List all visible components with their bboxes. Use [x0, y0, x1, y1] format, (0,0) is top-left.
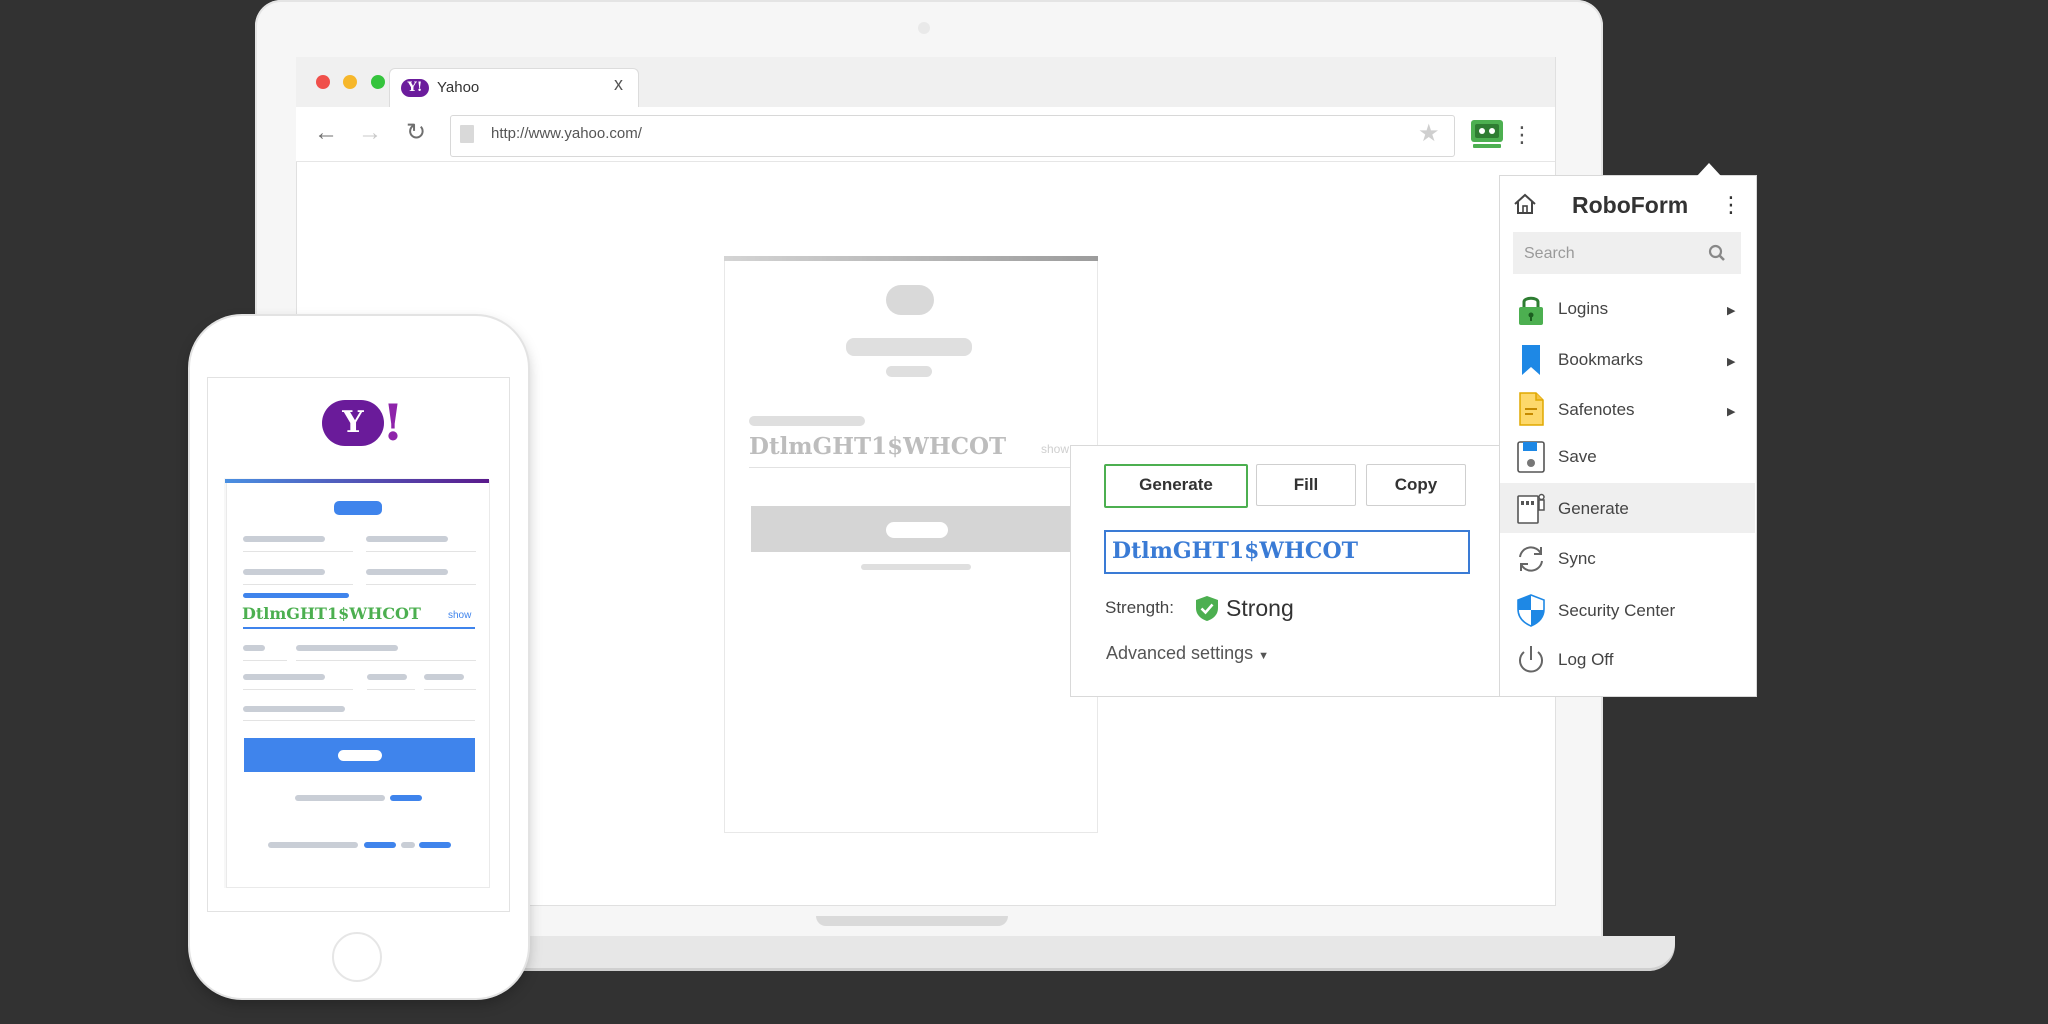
phone-field-line — [243, 551, 353, 552]
generate-icon — [1517, 493, 1545, 524]
roboform-menu-kebab-icon[interactable]: ⋮ — [1720, 192, 1742, 218]
sync-icon — [1519, 546, 1543, 572]
phone-field-bar — [367, 674, 407, 680]
browser-menu-icon[interactable]: ⋮ — [1510, 120, 1534, 150]
menu-label-generate: Generate — [1558, 499, 1629, 518]
strength-value: Strong — [1226, 595, 1294, 621]
ghost-password-text: DtlmGHT1$WHCOT — [749, 433, 1007, 460]
search-icon[interactable] — [1708, 244, 1726, 262]
laptop-notch — [816, 916, 1008, 926]
ghost-label-bar — [749, 416, 865, 426]
back-arrow-icon[interactable]: ← — [311, 118, 341, 148]
shield-check-icon — [1196, 596, 1218, 621]
roboform-title: RoboForm — [1572, 192, 1689, 218]
ghost-heading-bar — [846, 338, 972, 356]
url-text: http://www.yahoo.com/ — [491, 125, 642, 142]
save-icon — [1517, 441, 1545, 473]
phone-field-bar — [296, 645, 398, 651]
forward-arrow-icon[interactable]: → — [355, 118, 385, 148]
phone-field-line — [243, 660, 287, 661]
window-maximize-dot[interactable] — [371, 75, 385, 89]
phone-password-underline — [243, 627, 475, 629]
phone-field-line — [367, 689, 415, 690]
phone-field-bar — [243, 645, 265, 651]
tab-close-button[interactable]: x — [614, 74, 623, 95]
ghost-underline — [749, 467, 1071, 468]
phone-field-line — [243, 584, 353, 585]
phone-password-label-bar — [243, 593, 349, 598]
lock-icon — [1519, 296, 1543, 325]
copy-button[interactable]: Copy — [1366, 464, 1466, 506]
bookmark-star-icon[interactable]: ★ — [1418, 119, 1440, 148]
phone-footer-bar — [268, 842, 358, 848]
tab-title: Yahoo — [437, 79, 480, 96]
phone-field-line — [243, 689, 353, 690]
menu-pointer — [1697, 163, 1721, 176]
menu-label-safenotes: Safenotes — [1558, 400, 1635, 419]
phone-field-bar — [243, 674, 325, 680]
roboform-extension-icon[interactable] — [1470, 119, 1504, 149]
menu-label-save: Save — [1558, 447, 1597, 466]
menu-label-sync: Sync — [1558, 549, 1596, 568]
power-icon — [1519, 646, 1543, 673]
menu-label-log-off: Log Off — [1558, 650, 1614, 669]
menu-label-security-center: Security Center — [1558, 601, 1676, 620]
phone-field-line — [366, 551, 476, 552]
menu-label-bookmarks: Bookmarks — [1558, 350, 1644, 369]
phone-password-text: DtlmGHT1$WHCOT — [242, 604, 421, 623]
yahoo-favicon-icon: Y! — [401, 79, 429, 97]
phone-field-bar — [424, 674, 464, 680]
caret-down-icon: ▼ — [1258, 650, 1269, 662]
window-close-dot[interactable] — [316, 75, 330, 89]
laptop-camera — [918, 22, 930, 34]
phone-field-bar — [366, 536, 448, 542]
ghost-show-link: show — [1041, 442, 1070, 456]
strength-label: Strength: — [1105, 598, 1174, 617]
phone-footer-bar — [295, 795, 385, 801]
phone-field-bar — [243, 536, 325, 542]
submenu-arrow-icon: ▶ — [1727, 356, 1736, 368]
phone-footer-link — [364, 842, 396, 848]
fill-button[interactable]: Fill — [1256, 464, 1356, 506]
phone-submit-label — [338, 750, 382, 761]
phone-field-bar — [366, 569, 448, 575]
phone-field-line — [424, 689, 476, 690]
submenu-arrow-icon: ▶ — [1727, 305, 1736, 317]
menu-label-logins: Logins — [1558, 299, 1609, 318]
ghost-submit-label — [886, 522, 948, 538]
advanced-settings-label: Advanced settings — [1106, 643, 1254, 663]
phone-form-topline — [225, 479, 489, 483]
phone-footer-link — [390, 795, 422, 801]
submenu-arrow-icon: ▶ — [1727, 406, 1736, 418]
phone-footer-bar — [401, 842, 415, 848]
window-minimize-dot[interactable] — [343, 75, 357, 89]
advanced-settings-link[interactable]: Advanced settings ▼ — [1106, 643, 1269, 664]
bookmark-icon — [1522, 345, 1540, 375]
phone-field-bar — [243, 706, 345, 712]
ghost-subheading-bar — [886, 366, 932, 377]
phone-show-link[interactable]: show — [448, 610, 471, 621]
card-top-line — [724, 256, 1098, 261]
phone-footer-link — [419, 842, 451, 848]
shield-icon — [1517, 594, 1545, 627]
note-icon — [1519, 392, 1544, 426]
search-placeholder: Search — [1524, 245, 1575, 262]
phone-pill — [334, 501, 382, 515]
phone-field-line — [243, 720, 475, 721]
generate-button[interactable]: Generate — [1104, 464, 1248, 508]
generated-password-text: DtlmGHT1$WHCOT — [1112, 538, 1358, 564]
phone-home-button — [332, 932, 382, 982]
ghost-footer-bar — [861, 564, 971, 570]
yahoo-logo: Y — [322, 400, 384, 446]
yahoo-logo-ghost — [886, 285, 934, 315]
phone-field-bar — [243, 569, 325, 575]
phone-field-line — [296, 660, 476, 661]
phone-field-line — [366, 584, 476, 585]
home-icon[interactable] — [1512, 191, 1538, 217]
yahoo-logo-bang: ! — [382, 393, 404, 452]
page-document-icon — [460, 125, 474, 143]
reload-icon[interactable]: ↻ — [401, 118, 431, 148]
